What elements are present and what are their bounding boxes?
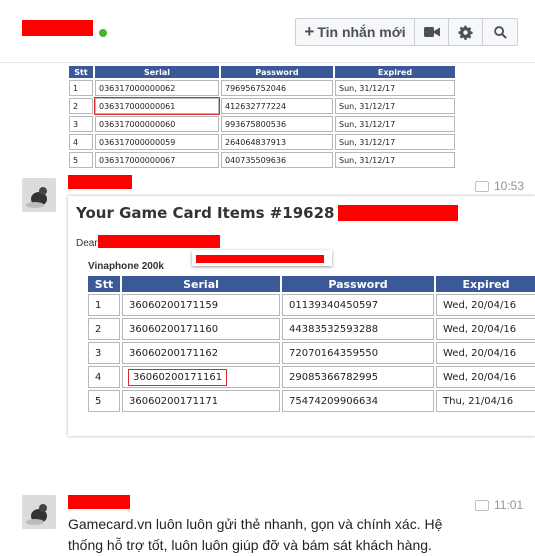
sender-name-redacted <box>68 495 130 509</box>
table-cell: 2 <box>88 318 120 340</box>
table-cell: 036317000000067 <box>95 152 219 168</box>
video-camera-icon <box>423 27 440 37</box>
sender-avatar[interactable] <box>22 178 56 212</box>
product-name: Vinaphone 200k <box>88 261 164 272</box>
column-header: Expired <box>335 66 455 78</box>
table-cell: 72070164359550 <box>282 342 434 364</box>
table-cell: 4 <box>88 366 120 388</box>
column-header: Serial <box>95 66 219 78</box>
gear-icon <box>458 25 473 40</box>
table-cell: 040735509636 <box>221 152 333 168</box>
table-cell: 01139340450597 <box>282 294 434 316</box>
table-cell: 1 <box>69 80 93 96</box>
table-cell: 264064837913 <box>221 134 333 150</box>
table-cell: 993675800536 <box>221 116 333 132</box>
message-timestamp: 11:01 <box>475 498 523 512</box>
table-row: 3 36060200171162 72070164359550 Wed, 20/… <box>88 342 535 364</box>
table-cell: Wed, 20/04/16 <box>436 318 535 340</box>
table-cell: 1 <box>88 294 120 316</box>
highlighted-serial-cell: 036317000000061 <box>94 97 220 115</box>
table-row: 5 36060200171171 75474209906634 Thu, 21/… <box>88 390 535 412</box>
email-title-redacted <box>338 205 458 221</box>
top-card-table: Stt Serial Password Expired 1 0363170000… <box>67 64 457 170</box>
new-message-label: Tin nhắn mới <box>317 24 406 40</box>
table-cell: 36060200171159 <box>122 294 280 316</box>
table-cell: 4 <box>69 134 93 150</box>
table-row: 5 036317000000067 040735509636 Sun, 31/1… <box>69 152 455 168</box>
table-row: 3 036317000000060 993675800536 Sun, 31/1… <box>69 116 455 132</box>
plus-icon: + <box>304 22 315 41</box>
contact-name-redacted <box>22 20 93 36</box>
table-cell: Wed, 20/04/16 <box>436 294 535 316</box>
table-cell: 412632777224 <box>221 98 333 114</box>
header-divider <box>0 62 535 63</box>
game-card-table: Stt Serial Password Expired 1 3606020017… <box>86 274 535 414</box>
table-cell: Wed, 20/04/16 <box>436 342 535 364</box>
table-cell: 36060200171160 <box>122 318 280 340</box>
table-cell: Sun, 31/12/17 <box>335 98 455 114</box>
table-cell: 5 <box>88 390 120 412</box>
table-cell: 44383532593288 <box>282 318 434 340</box>
column-header: Stt <box>88 276 120 292</box>
table-cell: 036317000000059 <box>95 134 219 150</box>
table-cell: 036317000000060 <box>95 116 219 132</box>
table-cell: Sun, 31/12/17 <box>335 80 455 96</box>
table-cell: 5 <box>69 152 93 168</box>
greeting-text: Dear <box>76 238 98 249</box>
table-cell: Sun, 31/12/17 <box>335 116 455 132</box>
column-header: Password <box>282 276 434 292</box>
table-cell: 3 <box>88 342 120 364</box>
message-text: Gamecard.vn luôn luôn gửi thẻ nhanh, gọn… <box>68 516 443 553</box>
email-title: Your Game Card Items #19628 & <box>76 204 353 222</box>
table-cell: 75474209906634 <box>282 390 434 412</box>
tooltip-redacted <box>196 255 324 263</box>
table-row: 4 36060200171161 29085366782995 Wed, 20/… <box>88 366 535 388</box>
new-message-button[interactable]: + Tin nhắn mới <box>296 19 415 45</box>
table-cell: 036317000000062 <box>95 80 219 96</box>
highlighted-serial: 36060200171161 <box>127 368 228 386</box>
avatar-image <box>22 495 56 529</box>
table-cell: 3 <box>69 116 93 132</box>
table-header-row: Stt Serial Password Expired <box>69 66 455 78</box>
table-row: 2 036317000000061 412632777224 Sun, 31/1… <box>69 97 455 115</box>
table-cell: 29085366782995 <box>282 366 434 388</box>
table-cell: 36060200171162 <box>122 342 280 364</box>
settings-button[interactable] <box>449 19 483 45</box>
table-cell: 796956752046 <box>221 80 333 96</box>
table-cell: Thu, 21/04/16 <box>436 390 535 412</box>
column-header: Serial <box>122 276 280 292</box>
table-cell: 36060200171161 <box>122 366 280 388</box>
search-button[interactable] <box>483 19 517 45</box>
column-header: Expired <box>436 276 535 292</box>
table-cell: Sun, 31/12/17 <box>335 134 455 150</box>
table-row: 2 36060200171160 44383532593288 Wed, 20/… <box>88 318 535 340</box>
table-row: 1 036317000000062 796956752046 Sun, 31/1… <box>69 80 455 96</box>
table-row: 4 036317000000059 264064837913 Sun, 31/1… <box>69 134 455 150</box>
message-timestamp: 10:53 <box>475 179 524 193</box>
table-cell: 2 <box>69 98 93 114</box>
table-row: 1 36060200171159 01139340450597 Wed, 20/… <box>88 294 535 316</box>
sender-avatar[interactable] <box>22 495 56 529</box>
greeting-name-redacted <box>98 235 220 248</box>
message-bubble-icon <box>475 499 489 511</box>
column-header: Stt <box>69 66 93 78</box>
avatar-image <box>22 178 56 212</box>
table-cell: Wed, 20/04/16 <box>436 366 535 388</box>
sender-name-redacted <box>68 175 132 189</box>
online-status-dot <box>99 29 107 37</box>
column-header: Password <box>221 66 333 78</box>
table-header-row: Stt Serial Password Expired <box>88 276 535 292</box>
search-icon <box>493 25 507 39</box>
message-bubble-icon <box>475 180 489 192</box>
table-cell: Sun, 31/12/17 <box>335 152 455 168</box>
header-toolbar: + Tin nhắn mới <box>295 18 518 46</box>
video-call-button[interactable] <box>415 19 449 45</box>
table-cell: 36060200171171 <box>122 390 280 412</box>
